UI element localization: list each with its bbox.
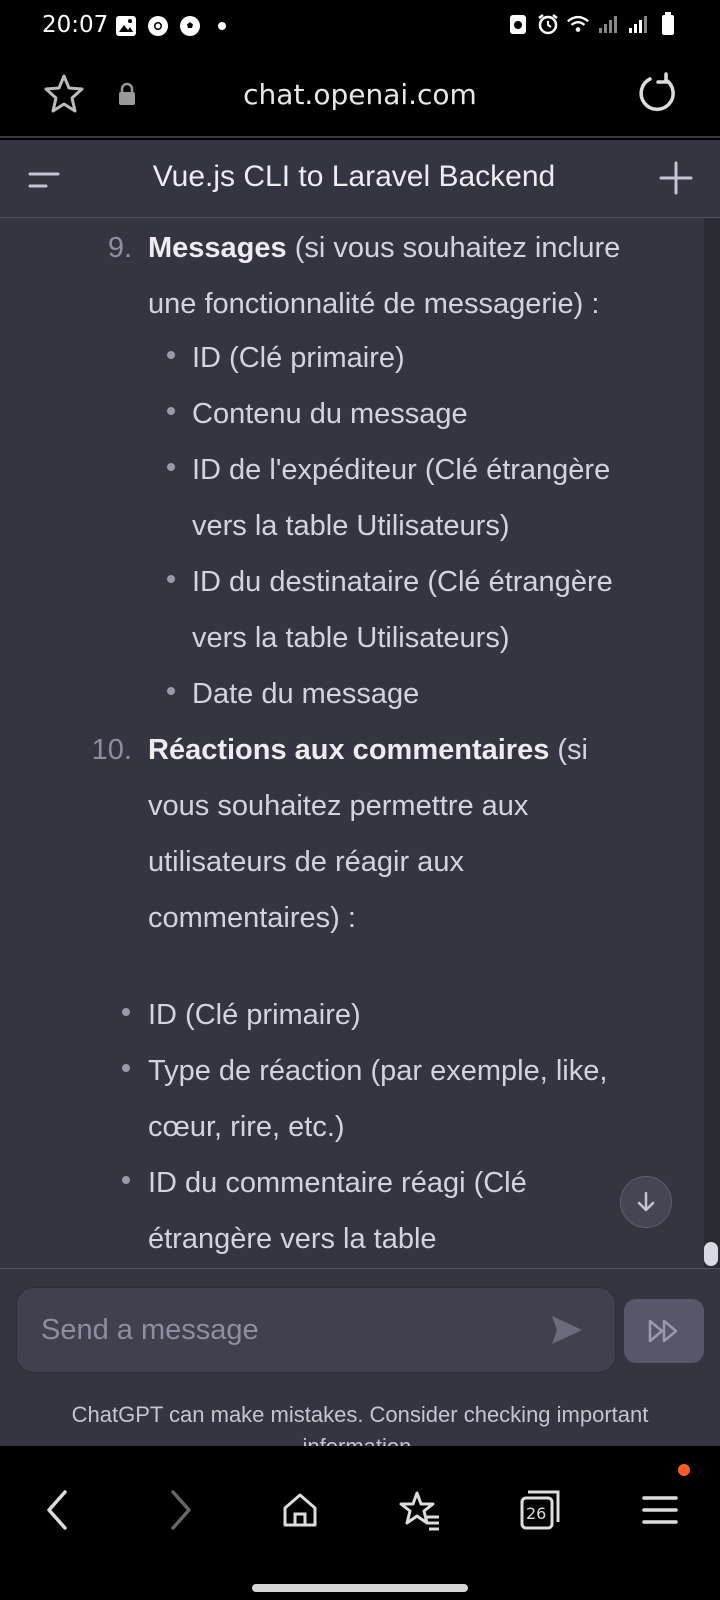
bullet-dot xyxy=(122,1064,130,1072)
arrow-down-icon xyxy=(637,1191,655,1212)
bullet-text: ID (Clé primaire) xyxy=(148,999,361,1031)
back-icon[interactable] xyxy=(34,1486,82,1534)
list-item-heading: Messages (si vous souhaitez inclure xyxy=(148,220,620,276)
home-indicator[interactable] xyxy=(252,1584,468,1592)
bullet-text: cœur, rire, etc.) xyxy=(148,1111,345,1143)
reload-icon[interactable] xyxy=(632,70,680,118)
browser-url-bar: chat.openai.com xyxy=(0,52,720,138)
fast-forward-icon xyxy=(648,1319,678,1343)
home-icon[interactable] xyxy=(276,1486,324,1534)
forward-icon[interactable] xyxy=(156,1486,204,1534)
bullet-text: vers la table Utilisateurs) xyxy=(192,622,510,654)
list-number: 10. xyxy=(91,734,132,766)
bullet-dot xyxy=(167,463,175,471)
chrome-icon xyxy=(146,14,170,38)
wifi-icon xyxy=(566,12,590,36)
status-left-icons xyxy=(114,14,234,38)
continue-generating-button[interactable] xyxy=(624,1299,704,1363)
bullet-dot xyxy=(167,575,175,583)
list-item-desc: vous souhaitez permettre aux xyxy=(148,790,529,822)
list-item-desc: (si xyxy=(549,734,588,766)
bullet-text: ID de l'expéditeur (Clé étrangère xyxy=(192,454,611,486)
scrollbar-track[interactable] xyxy=(704,218,720,1268)
battery-icon xyxy=(656,12,680,36)
scrollbar-thumb[interactable] xyxy=(704,1242,718,1266)
gallery-icon xyxy=(114,14,138,38)
more-notifications-icon xyxy=(210,14,234,38)
bullet-text: ID (Clé primaire) xyxy=(192,342,405,374)
composer-area: Send a message ChatGPT can make mistakes… xyxy=(0,1268,720,1459)
menu-hamburger-icon[interactable] xyxy=(636,1486,684,1534)
list-item-desc: une fonctionnalité de messagerie) : xyxy=(148,288,600,320)
bullet-dot xyxy=(167,351,175,359)
tabs-icon[interactable]: 26 xyxy=(516,1486,564,1534)
list-item-title: Messages xyxy=(148,232,287,264)
message-input-box[interactable]: Send a message xyxy=(16,1287,616,1373)
alarm-icon xyxy=(536,12,560,36)
status-right-icons xyxy=(506,12,680,36)
bullet-text: Type de réaction (par exemple, like, xyxy=(148,1055,608,1087)
bullet-dot xyxy=(122,1176,130,1184)
list-item-desc: commentaires) : xyxy=(148,902,356,934)
bullet-dot xyxy=(167,687,175,695)
football-icon xyxy=(178,14,202,38)
bullet-text: étrangère vers la table xyxy=(148,1223,437,1255)
list-item-desc: utilisateurs de réagir aux xyxy=(148,846,464,878)
chat-message-content: 9. Messages (si vous souhaitez inclure u… xyxy=(0,218,704,1268)
status-bar: 20:07 xyxy=(0,0,720,52)
bullet-text: ID du destinataire (Clé étrangère xyxy=(192,566,613,598)
bullet-text: Date du message xyxy=(192,678,420,710)
list-number: 9. xyxy=(107,232,132,264)
tabs-count: 26 xyxy=(526,1504,547,1523)
new-chat-plus-icon[interactable] xyxy=(656,158,696,198)
bullet-text: ID du commentaire réagi (Clé xyxy=(148,1167,527,1199)
bullet-text: Contenu du message xyxy=(192,398,468,430)
bullet-dot xyxy=(122,1008,130,1016)
url-text[interactable]: chat.openai.com xyxy=(0,78,720,111)
browser-bottom-nav: 26 xyxy=(0,1446,720,1600)
conversation-title: Vue.js CLI to Laravel Backend xyxy=(152,160,556,193)
list-item-heading: Réactions aux commentaires (si xyxy=(148,722,588,778)
list-item-desc: (si vous souhaitez inclure xyxy=(286,232,621,264)
bullet-dot xyxy=(167,407,175,415)
signal-icon-sim2 xyxy=(626,12,650,36)
list-item-title: Réactions aux commentaires xyxy=(148,734,550,766)
scroll-to-bottom-button[interactable] xyxy=(620,1176,672,1228)
status-time: 20:07 xyxy=(42,12,109,38)
notification-dot xyxy=(678,1464,690,1476)
message-input-placeholder[interactable]: Send a message xyxy=(41,1314,259,1347)
data-saver-icon xyxy=(506,12,530,36)
signal-icon-sim1 xyxy=(596,12,620,36)
bullet-text: vers la table Utilisateurs) xyxy=(192,510,510,542)
send-icon[interactable] xyxy=(549,1312,585,1348)
disclaimer-line: ChatGPT can make mistakes. Consider chec… xyxy=(71,1402,649,1427)
bookmarks-icon[interactable] xyxy=(396,1486,444,1534)
chat-header: Vue.js CLI to Laravel Backend xyxy=(0,140,720,218)
